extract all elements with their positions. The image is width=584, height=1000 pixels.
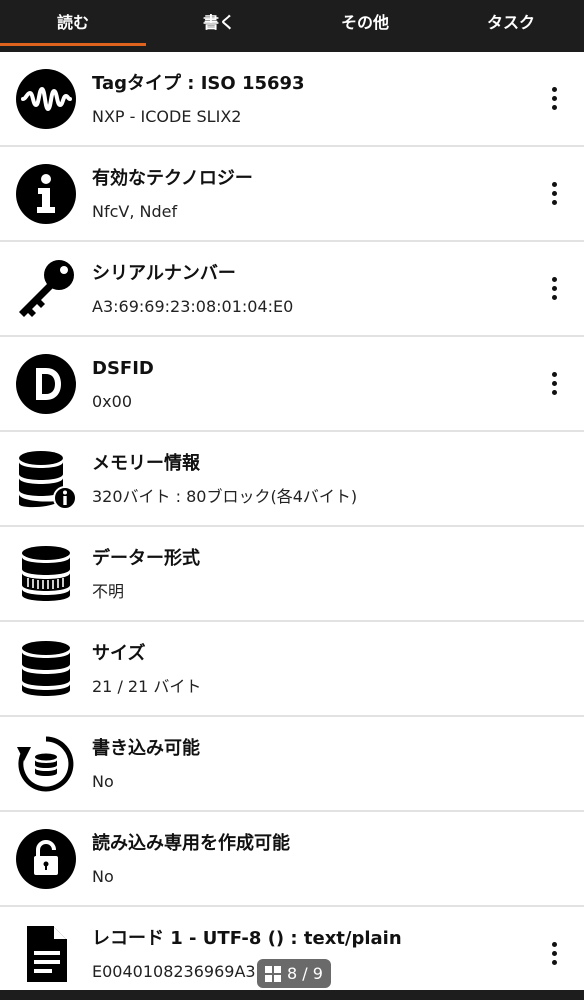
list-item-data-format[interactable]: データー形式 不明 — [0, 527, 584, 622]
row-title: Tagタイプ : ISO 15693 — [92, 72, 305, 94]
database-icon — [0, 621, 92, 716]
row-title: データー形式 — [92, 547, 200, 569]
list-item-make-read-only[interactable]: 読み込み専用を作成可能 No — [0, 812, 584, 907]
tab-bar: 読む 書く その他 タスク — [0, 0, 584, 52]
list-item-dsfid[interactable]: DSFID 0x00 — [0, 337, 584, 432]
bottom-bar — [0, 990, 584, 1000]
row-subtitle: NXP - ICODE SLIX2 — [92, 106, 242, 126]
row-subtitle: NfcV, Ndef — [92, 201, 178, 221]
tab-other[interactable]: その他 — [292, 0, 438, 52]
waveform-icon — [0, 51, 92, 146]
row-subtitle: 不明 — [92, 581, 125, 601]
document-icon — [0, 906, 92, 1000]
tab-tasks-label: タスク — [486, 13, 535, 32]
row-subtitle: No — [92, 866, 114, 886]
row-title: DSFID — [92, 357, 154, 379]
row-subtitle: No — [92, 771, 114, 791]
more-options-icon[interactable] — [530, 259, 578, 319]
key-icon — [0, 241, 92, 336]
row-title: レコード 1 - UTF-8 () : text/plain — [92, 927, 402, 949]
tab-write[interactable]: 書く — [146, 0, 292, 52]
more-options-icon[interactable] — [530, 164, 578, 224]
database-info-icon — [0, 431, 92, 526]
lock-icon — [0, 811, 92, 906]
row-subtitle: 0x00 — [92, 391, 133, 411]
more-options-icon[interactable] — [530, 924, 578, 984]
page-indicator[interactable]: 8 / 9 — [257, 959, 331, 988]
tab-read[interactable]: 読む — [0, 0, 146, 52]
dsfid-icon — [0, 336, 92, 431]
more-options-icon[interactable] — [530, 69, 578, 129]
tab-read-label: 読む — [56, 13, 89, 32]
grid-icon — [265, 965, 282, 982]
row-title: メモリー情報 — [92, 452, 200, 474]
row-title: 書き込み可能 — [92, 737, 200, 759]
row-subtitle: 320バイト : 80ブロック(各4バイト) — [92, 486, 358, 506]
more-options-icon[interactable] — [530, 354, 578, 414]
row-title: サイズ — [92, 642, 146, 664]
list-item-technologies[interactable]: 有効なテクノロジー NfcV, Ndef — [0, 147, 584, 242]
list-item-tag-type[interactable]: Tagタイプ : ISO 15693 NXP - ICODE SLIX2 — [0, 52, 584, 147]
tag-info-list: Tagタイプ : ISO 15693 NXP - ICODE SLIX2 有効な… — [0, 52, 584, 1000]
tab-other-label: その他 — [340, 13, 389, 32]
list-item-memory-info[interactable]: メモリー情報 320バイト : 80ブロック(各4バイト) — [0, 432, 584, 527]
tab-write-label: 書く — [202, 13, 235, 32]
page-indicator-label: 8 / 9 — [287, 964, 323, 983]
database-format-icon — [0, 526, 92, 621]
tab-tasks[interactable]: タスク — [438, 0, 584, 52]
row-title: シリアルナンバー — [92, 262, 236, 284]
database-refresh-icon — [0, 716, 92, 811]
row-subtitle: A3:69:69:23:08:01:04:E0 — [92, 296, 294, 316]
list-item-writable[interactable]: 書き込み可能 No — [0, 717, 584, 812]
row-subtitle: 21 / 21 バイト — [92, 676, 202, 696]
row-title: 読み込み専用を作成可能 — [92, 832, 290, 854]
list-item-size[interactable]: サイズ 21 / 21 バイト — [0, 622, 584, 717]
info-icon — [0, 146, 92, 241]
list-item-serial-number[interactable]: シリアルナンバー A3:69:69:23:08:01:04:E0 — [0, 242, 584, 337]
row-title: 有効なテクノロジー — [92, 167, 253, 189]
